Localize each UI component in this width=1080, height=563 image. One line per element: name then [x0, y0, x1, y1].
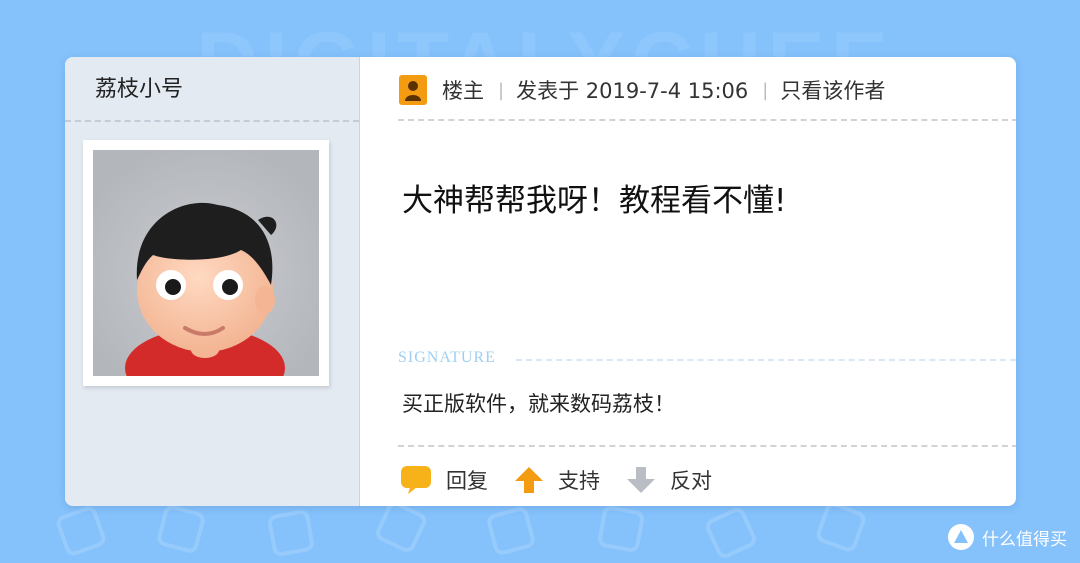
- reply-button[interactable]: 回复: [400, 465, 488, 495]
- posted-time: 发表于 2019-7-4 15:06: [516, 79, 749, 103]
- post-content: 大神帮帮我呀！教程看不懂!: [402, 183, 787, 219]
- corner-watermark: 什么值得买: [948, 524, 1067, 550]
- role-label: 楼主: [442, 79, 484, 103]
- support-button[interactable]: 支持: [514, 465, 600, 495]
- forum-post-card: 荔枝小号 楼主 | 发表于 2019-7-4 15:06 | 只看该作者 大神帮…: [65, 57, 1016, 506]
- signature-divider: [516, 359, 1016, 361]
- background-decoration: [40, 499, 1040, 561]
- footer-divider: [398, 445, 1016, 447]
- corner-watermark-text: 什么值得买: [982, 529, 1067, 550]
- header-divider: [398, 119, 1016, 121]
- avatar-image: [93, 150, 319, 376]
- up-arrow-icon: [515, 467, 543, 493]
- reply-label: 回复: [446, 469, 488, 493]
- meta-separator: |: [762, 79, 769, 101]
- author-username[interactable]: 荔枝小号: [95, 71, 183, 103]
- avatar[interactable]: [83, 140, 329, 386]
- post-actions: 回复 支持 反对: [400, 465, 738, 495]
- author-only-link[interactable]: 只看该作者: [780, 75, 885, 105]
- smzdm-logo-icon: [948, 524, 974, 550]
- down-arrow-icon: [627, 467, 655, 493]
- support-label: 支持: [558, 469, 600, 493]
- post-body: 楼主 | 发表于 2019-7-4 15:06 | 只看该作者 大神帮帮我呀！教…: [360, 57, 1016, 506]
- signature-label: SIGNATURE: [398, 349, 496, 366]
- oppose-button[interactable]: 反对: [626, 465, 712, 495]
- author-sidebar: 荔枝小号: [65, 57, 360, 506]
- speech-bubble-icon: [401, 466, 431, 494]
- meta-separator: |: [498, 79, 505, 101]
- host-badge-icon: [399, 75, 427, 105]
- oppose-label: 反对: [670, 469, 712, 493]
- signature-text: 买正版软件，就来数码荔枝！: [402, 392, 675, 416]
- post-meta: 楼主 | 发表于 2019-7-4 15:06 | 只看该作者: [398, 74, 885, 106]
- sidebar-divider: [65, 120, 359, 122]
